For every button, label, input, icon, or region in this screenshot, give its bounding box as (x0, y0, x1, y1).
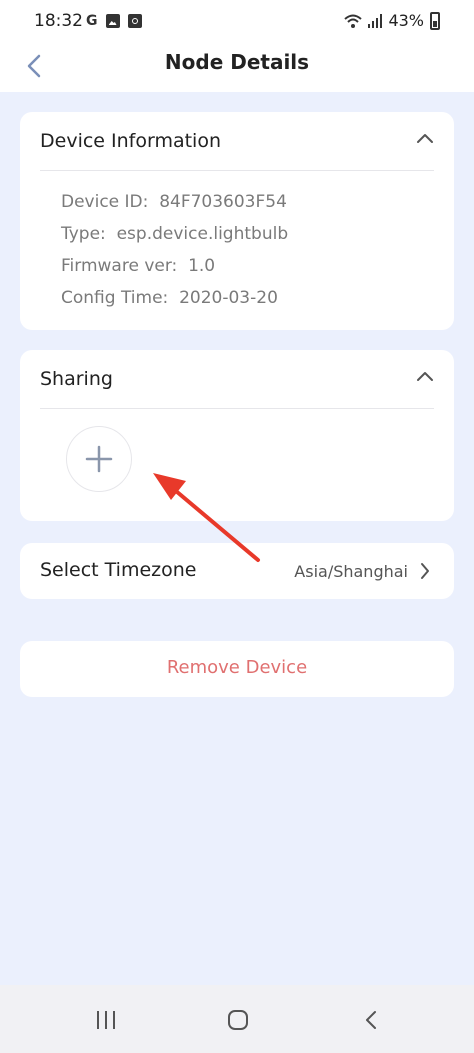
config-time-row: Config Time: 2020-03-20 (61, 288, 278, 308)
device-info-header[interactable]: Device Information (40, 112, 434, 171)
signal-icon (368, 13, 383, 28)
app-header: Node Details (0, 44, 474, 92)
status-icons-right: 43% (344, 11, 440, 30)
status-icons-left: G (86, 12, 142, 30)
status-bar: 18:32 G 43% (0, 0, 474, 44)
chevron-right-icon (421, 563, 429, 579)
timezone-value: Asia/Shanghai (294, 562, 408, 581)
device-type-value: esp.device.lightbulb (116, 224, 289, 244)
remove-device-button[interactable]: Remove Device (20, 641, 454, 697)
google-icon: G (86, 13, 98, 29)
nav-back-button[interactable] (351, 1005, 391, 1035)
timezone-row[interactable]: Select Timezone Asia/Shanghai (20, 543, 454, 599)
add-user-button[interactable] (66, 426, 132, 492)
device-id-row: Device ID: 84F703603F54 (61, 192, 287, 212)
back-icon (366, 1011, 376, 1029)
sharing-title: Sharing (40, 368, 113, 390)
plus-icon (85, 445, 113, 473)
config-time-value: 2020-03-20 (179, 288, 278, 308)
device-info-card: Device Information Device ID: 84F703603F… (20, 112, 454, 330)
status-time: 18:32 (34, 11, 83, 31)
device-id-label: Device ID: (61, 192, 149, 212)
firmware-value: 1.0 (188, 256, 216, 276)
page-title: Node Details (164, 50, 310, 74)
home-button[interactable] (218, 1005, 258, 1035)
remove-device-label: Remove Device (166, 657, 308, 678)
device-id-value: 84F703603F54 (159, 192, 287, 212)
gallery-icon (105, 14, 120, 28)
sharing-header[interactable]: Sharing (40, 350, 434, 409)
chevron-up-icon[interactable] (416, 370, 434, 382)
cast-icon (127, 14, 142, 28)
system-nav-bar (0, 985, 474, 1053)
device-info-title: Device Information (40, 130, 222, 152)
home-icon (228, 1010, 248, 1030)
timezone-label: Select Timezone (40, 559, 197, 581)
firmware-row: Firmware ver: 1.0 (61, 256, 215, 276)
chevron-up-icon[interactable] (416, 132, 434, 144)
firmware-label: Firmware ver: (61, 256, 178, 276)
recent-apps-button[interactable] (86, 1005, 126, 1035)
wifi-icon (344, 14, 363, 28)
battery-icon (430, 11, 440, 30)
main-content: Device Information Device ID: 84F703603F… (0, 92, 474, 985)
config-time-label: Config Time: (61, 288, 169, 308)
device-type-row: Type: esp.device.lightbulb (61, 224, 288, 244)
recent-apps-icon (97, 1011, 115, 1029)
device-type-label: Type: (61, 224, 106, 244)
sharing-card: Sharing (20, 350, 454, 521)
battery-percent: 43% (388, 11, 424, 30)
